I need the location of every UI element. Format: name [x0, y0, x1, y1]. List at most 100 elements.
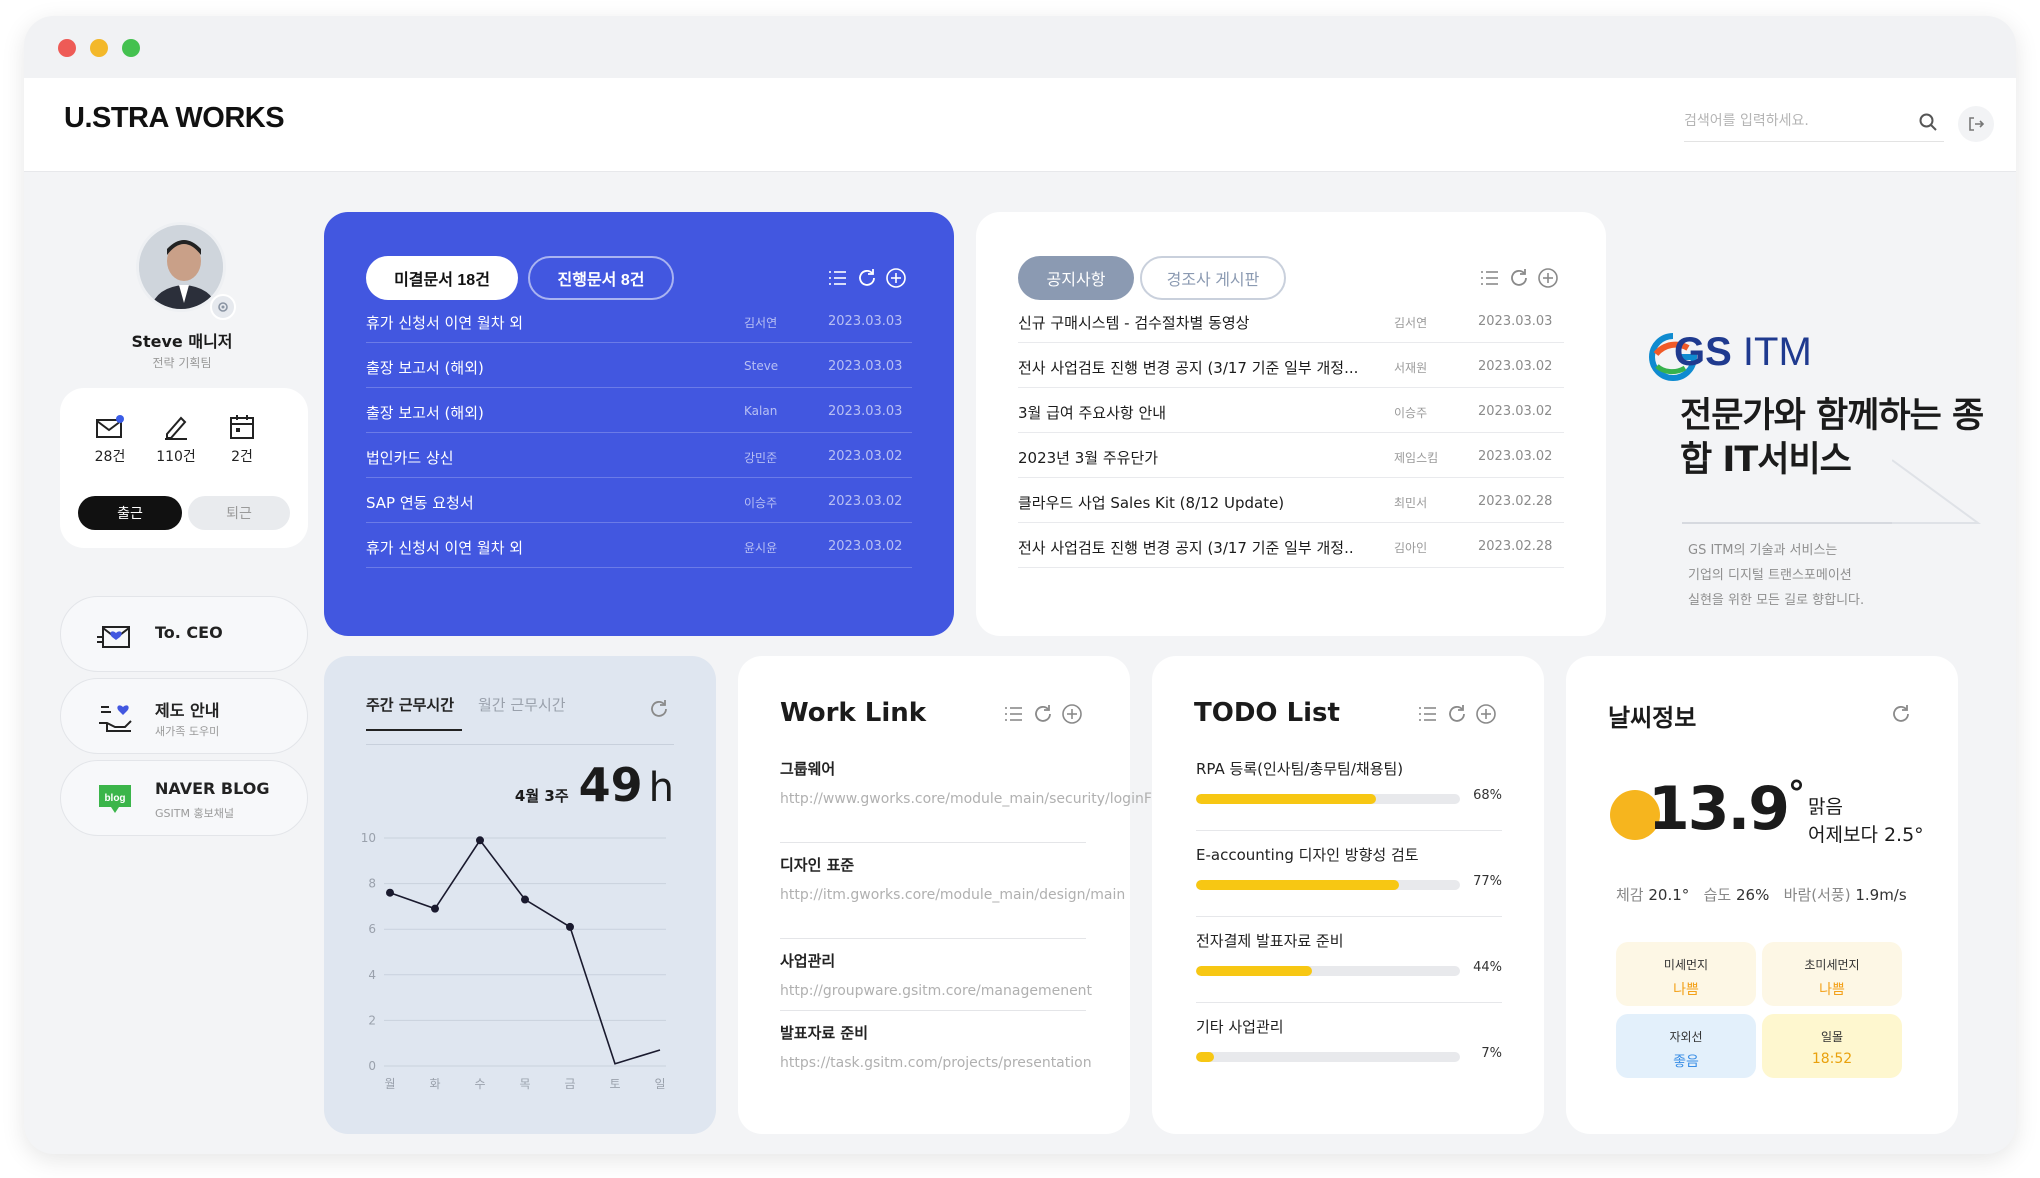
close-window-button[interactable] [58, 39, 76, 57]
add-circle-icon[interactable] [1061, 703, 1083, 725]
doc-date: 2023.03.03 [828, 314, 903, 329]
list-icon[interactable] [1416, 703, 1438, 725]
data-point[interactable] [521, 895, 529, 904]
checkout-button[interactable]: 퇴근 [188, 496, 290, 530]
tab-weekly-worktime[interactable]: 주간 근무시간 [366, 694, 462, 731]
brand-logo[interactable]: U.STRA WORKS [64, 102, 285, 135]
link-url[interactable]: https://task.gsitm.com/projects/presenta… [780, 1051, 1092, 1075]
notice-row[interactable]: 클라우드 사업 Sales Kit (8/12 Update) 최민서 2023.0… [1018, 478, 1564, 523]
doc-title: 3월 급여 주요사항 안내 [1018, 404, 1167, 422]
approval-row[interactable]: 출장 보고서 (해외) Steve 2023.03.03 [366, 343, 912, 388]
mail-stat[interactable]: 28건 [80, 414, 140, 466]
todo-item[interactable]: E-accounting 디자인 방향성 검토 77% [1196, 844, 1502, 890]
tab-inprogress-docs[interactable]: 진행문서 8건 [528, 256, 674, 300]
refresh-icon[interactable] [1032, 703, 1054, 725]
to-ceo-link[interactable]: To. CEO [60, 596, 308, 672]
policy-guide-link[interactable]: 제도 안내 새가족 도우미 [60, 678, 308, 754]
list-icon[interactable] [826, 267, 848, 289]
add-circle-icon[interactable] [1475, 703, 1497, 725]
gear-icon [218, 302, 228, 312]
link-item-groupware[interactable]: 그룹웨어 http://www.gworks.core/module_main/… [780, 758, 1179, 811]
air-label: 일몰 [1820, 1030, 1844, 1044]
approval-stat[interactable]: 110건 [146, 414, 206, 466]
heart-mail-icon [97, 626, 130, 648]
refresh-icon[interactable] [1446, 703, 1468, 725]
notice-row[interactable]: 신규 구매시스템 - 검수절차별 동영상 김서연 2023.03.03 [1018, 298, 1564, 343]
refresh-icon[interactable] [1890, 703, 1912, 725]
list-icon[interactable] [1478, 267, 1500, 289]
data-point[interactable] [476, 836, 484, 845]
todo-divider [1196, 1002, 1502, 1003]
logout-button[interactable] [1958, 106, 1994, 142]
maximize-window-button[interactable] [122, 39, 140, 57]
air-value: 나쁨 [1819, 982, 1845, 998]
approval-row[interactable]: 법인카드 상신 강민준 2023.03.02 [366, 433, 912, 478]
link-item-design-standard[interactable]: 디자인 표준 http://itm.gworks.core/module_mai… [780, 854, 1125, 907]
doc-date: 2023.03.03 [828, 404, 903, 419]
notice-row[interactable]: 3월 급여 주요사항 안내 이승주 2023.03.02 [1018, 388, 1564, 433]
add-circle-icon[interactable] [885, 267, 907, 289]
refresh-icon[interactable] [648, 698, 670, 720]
to-ceo-label: To. CEO [155, 623, 223, 642]
tab-pending-docs[interactable]: 미결문서 18건 [366, 256, 518, 300]
y-tick-label: 10 [361, 831, 376, 845]
search-input[interactable] [1684, 102, 1904, 140]
data-point[interactable] [386, 888, 394, 897]
search-icon[interactable] [1918, 112, 1938, 132]
checkin-button[interactable]: 출근 [78, 496, 182, 530]
approval-row[interactable]: 휴가 신청서 이연 월차 외 김서연 2023.03.03 [366, 298, 912, 343]
minimize-window-button[interactable] [90, 39, 108, 57]
link-url[interactable]: http://itm.gworks.core/module_main/desig… [780, 883, 1125, 907]
weather-title: 날씨정보 [1608, 704, 1697, 732]
svg-text:blog: blog [104, 793, 125, 804]
gs-itm-logo: GS ITM [1674, 330, 1812, 374]
notice-row[interactable]: 전사 사업검토 진행 변경 공지 (3/17 기준 일부 개정... 서재원 202… [1018, 343, 1564, 388]
notice-row[interactable]: 2023년 3월 주유단가 제임스킴 2023.03.02 [1018, 433, 1564, 478]
doc-title: 전사 사업검토 진행 변경 공지 (3/17 기준 일부 개정.. [1018, 539, 1354, 557]
link-divider [780, 938, 1086, 939]
todo-item[interactable]: RPA 등록(인사팀/총무팀/채용팀) 68% [1196, 758, 1502, 804]
tab-condolence-board[interactable]: 경조사 게시판 [1140, 256, 1286, 300]
worktime-line-chart: 0 2 4 6 8 10 월 화 수 목 금 토 일 [361, 831, 666, 1091]
data-point[interactable] [566, 922, 574, 931]
air-quality-item: 일몰 18:52 [1762, 1014, 1902, 1078]
link-item-business-mgmt[interactable]: 사업관리 http://groupware.gsitm.core/managem… [780, 950, 1092, 1003]
policy-guide-sub: 새가족 도우미 [155, 725, 220, 738]
link-item-presentation[interactable]: 발표자료 준비 https://task.gsitm.com/projects/… [780, 1022, 1092, 1075]
weather-details: 체감 20.1° 습도 26% 바람(서풍) 1.9m/s [1616, 886, 1907, 904]
schedule-count: 2건 [231, 449, 253, 465]
x-tick-label: 월 [384, 1077, 395, 1091]
approval-row[interactable]: 출장 보고서 (해외) Kalan 2023.03.03 [366, 388, 912, 433]
schedule-stat[interactable]: 2건 [212, 414, 272, 466]
doc-author: 이승주 [744, 496, 778, 510]
doc-author: 서재원 [1394, 361, 1428, 375]
todo-title: RPA 등록(인사팀/총무팀/채용팀) [1196, 760, 1404, 778]
notice-row[interactable]: 전사 사업검토 진행 변경 공지 (3/17 기준 일부 개정.. 김아인 2023… [1018, 523, 1564, 568]
add-circle-icon[interactable] [1537, 267, 1559, 289]
data-point[interactable] [431, 904, 439, 913]
progress-fill [1196, 966, 1313, 976]
todo-item[interactable]: 기타 사업관리 7% [1196, 1016, 1502, 1062]
profile-settings-button[interactable] [210, 294, 236, 320]
tab-monthly-worktime[interactable]: 월간 근무시간 [478, 694, 566, 715]
link-url[interactable]: http://groupware.gsitm.core/managemenent [780, 979, 1092, 1003]
tab-notice[interactable]: 공지사항 [1018, 256, 1134, 300]
list-icon[interactable] [1002, 703, 1024, 725]
mail-icon [96, 415, 124, 438]
approval-row[interactable]: 휴가 신청서 이연 월차 외 윤시윤 2023.03.02 [366, 523, 912, 568]
user-stats-card: 28건 110건 2건 출근 퇴근 [60, 388, 308, 548]
progress-fill [1196, 880, 1400, 890]
doc-author: 김서연 [744, 316, 778, 330]
link-url[interactable]: http://www.gworks.core/module_main/secur… [780, 787, 1179, 811]
todo-item[interactable]: 전자결제 발표자료 준비 44% [1196, 930, 1502, 976]
refresh-icon[interactable] [1508, 267, 1530, 289]
approval-row[interactable]: SAP 연동 요청서 이승주 2023.03.02 [366, 478, 912, 523]
doc-title: 법인카드 상신 [366, 449, 454, 467]
doc-author: 제임스킴 [1394, 451, 1439, 465]
air-label: 초미세먼지 [1804, 958, 1860, 972]
progress-bar [1196, 966, 1460, 976]
series-line [389, 838, 661, 1065]
refresh-icon[interactable] [856, 267, 878, 289]
naver-blog-link[interactable]: blog NAVER BLOG GSITM 홍보채널 [60, 760, 308, 836]
user-department: 전략 기획팀 [152, 356, 212, 370]
